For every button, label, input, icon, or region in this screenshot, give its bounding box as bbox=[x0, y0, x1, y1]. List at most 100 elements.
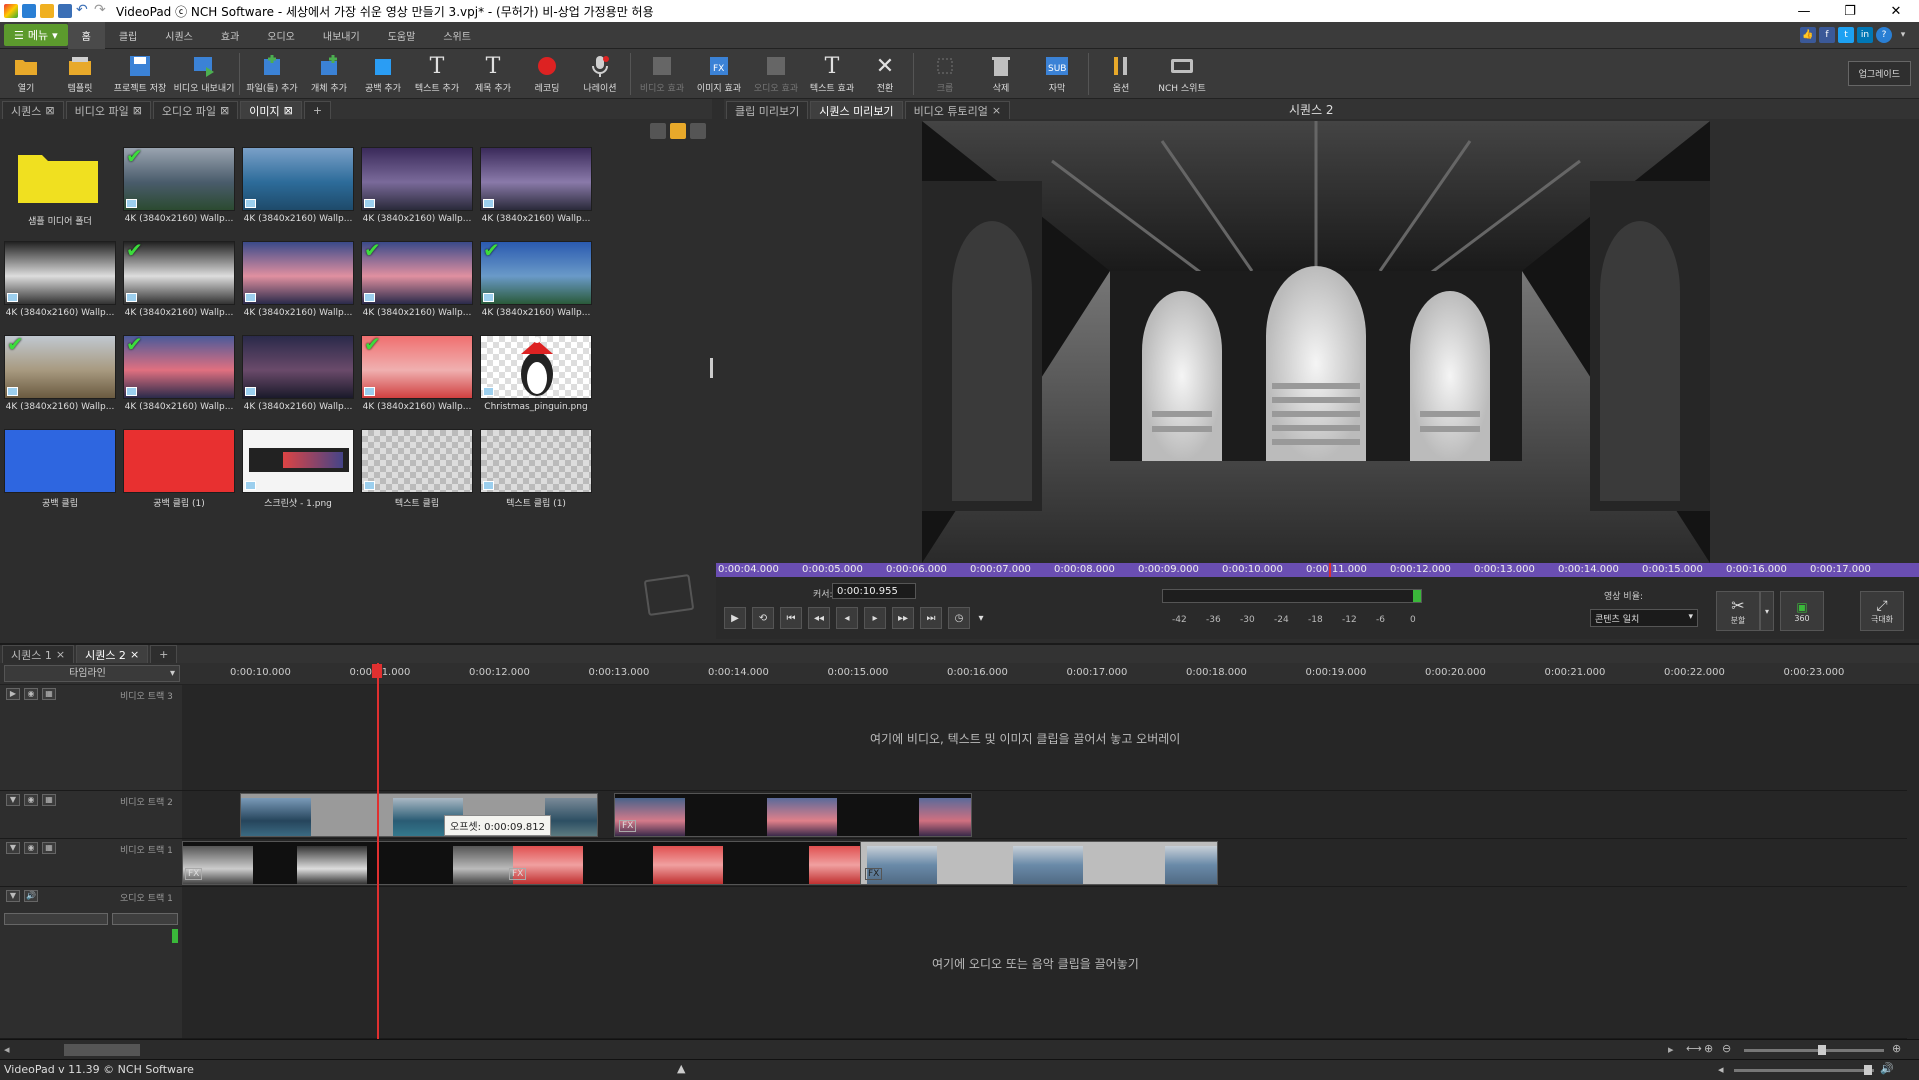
master-volume-slider[interactable] bbox=[1734, 1065, 1874, 1075]
timeline-ruler[interactable]: 타임라인 ▾ 0:00:10.0000:00:11.0000:00:12.000… bbox=[0, 663, 1919, 685]
media-thumbnail[interactable]: 스크린샷 - 1.png bbox=[242, 429, 354, 509]
timeline-clip[interactable]: FX bbox=[614, 793, 972, 837]
sequence-preview-frame[interactable] bbox=[922, 121, 1710, 563]
speaker-icon[interactable]: 🔊 bbox=[24, 890, 38, 902]
tab-export[interactable]: 내보내기 bbox=[309, 22, 374, 49]
export-video-button[interactable]: 비디오 내보내기 bbox=[172, 49, 236, 99]
fx-icon[interactable]: FX bbox=[865, 868, 883, 880]
image-effects-button[interactable]: FX 이미지 효과 bbox=[690, 49, 748, 99]
open-icon[interactable] bbox=[40, 4, 54, 18]
add-object-button[interactable]: 개체 추가 bbox=[301, 49, 357, 99]
save-project-button[interactable]: 프로젝트 저장 bbox=[108, 49, 172, 99]
fx-icon[interactable]: FX bbox=[185, 868, 203, 880]
timeline-horizontal-scrollbar[interactable]: ◂ ▸ ⟷ ⊕ ⊖ ⊕ bbox=[0, 1039, 1919, 1059]
add-title-button[interactable]: T 제목 추가 bbox=[465, 49, 521, 99]
playhead-handle[interactable] bbox=[372, 664, 382, 678]
nch-suite-button[interactable]: NCH 스위트 bbox=[1150, 49, 1214, 99]
tab-sequence-1[interactable]: 시퀀스 1 × bbox=[2, 645, 75, 663]
media-thumbnail[interactable]: ✔ 4K (3840x2160) Wallp... bbox=[123, 334, 235, 412]
zoom-max-icon[interactable]: ⊕ bbox=[1892, 1042, 1901, 1055]
tab-audio-files[interactable]: 오디오 파일 ⊠ bbox=[152, 101, 239, 119]
eye-icon[interactable]: ◉ bbox=[24, 842, 38, 854]
tab-sequences[interactable]: 시퀀스 ⊠ bbox=[2, 101, 64, 119]
save-icon[interactable] bbox=[58, 4, 72, 18]
media-thumbnail[interactable]: 샘플 미디어 폴더 bbox=[4, 147, 116, 227]
new-folder-icon[interactable] bbox=[670, 123, 686, 139]
media-thumbnail[interactable]: 텍스트 클립 bbox=[361, 429, 473, 509]
close-icon[interactable]: × bbox=[56, 648, 65, 661]
media-thumbnail[interactable]: 4K (3840x2160) Wallp... bbox=[4, 241, 116, 318]
transition-button[interactable]: ✕ 전환 bbox=[860, 49, 910, 99]
tab-sequence[interactable]: 시퀀스 bbox=[151, 22, 207, 49]
master-volume-thumb[interactable] bbox=[1864, 1065, 1872, 1075]
zoom-out-icon[interactable]: ⊖ bbox=[1722, 1042, 1731, 1055]
template-button[interactable]: 템플릿 bbox=[52, 49, 108, 99]
tab-images[interactable]: 이미지 ⊠ bbox=[240, 101, 302, 119]
tab-help[interactable]: 도움말 bbox=[374, 22, 430, 49]
split-dropdown[interactable]: ▾ bbox=[1760, 591, 1774, 631]
restore-button[interactable]: ❐ bbox=[1827, 0, 1873, 22]
speed-dropdown[interactable]: ▾ bbox=[974, 607, 988, 629]
tab-effects[interactable]: 효과 bbox=[207, 22, 253, 49]
scrollbar-thumb[interactable] bbox=[64, 1044, 140, 1056]
expand-panel-icon[interactable]: ▲ bbox=[677, 1062, 685, 1075]
previous-frame-button[interactable]: ◂◂ bbox=[808, 607, 830, 629]
text-effects-button[interactable]: T 텍스트 효과 bbox=[804, 49, 860, 99]
collapse-arrow-icon[interactable]: ▼ bbox=[6, 890, 20, 902]
collapse-arrow-icon[interactable]: ▼ bbox=[6, 794, 20, 806]
film-icon[interactable]: ▦ bbox=[42, 842, 56, 854]
media-thumbnail[interactable]: 공백 클립 bbox=[4, 429, 116, 509]
list-view-icon[interactable] bbox=[690, 123, 706, 139]
video-effects-button[interactable]: 비디오 효과 bbox=[634, 49, 690, 99]
audio-effects-button[interactable]: 오디오 효과 bbox=[748, 49, 804, 99]
tab-clip-preview[interactable]: 클립 미리보기 bbox=[726, 101, 809, 119]
timeline-playhead[interactable] bbox=[377, 663, 379, 1039]
scroll-right-icon[interactable]: ▸ bbox=[1668, 1043, 1674, 1056]
close-icon[interactable]: ⊠ bbox=[45, 104, 54, 117]
fx-icon[interactable]: FX bbox=[509, 868, 527, 880]
twitter-icon[interactable]: t bbox=[1838, 27, 1854, 43]
dropdown-icon[interactable]: ▾ bbox=[1895, 27, 1911, 43]
film-icon[interactable]: ▦ bbox=[42, 688, 56, 700]
close-icon[interactable]: ⊠ bbox=[133, 104, 142, 117]
add-sequence-button[interactable]: + bbox=[150, 645, 178, 663]
scroll-left-icon[interactable]: ◂ bbox=[4, 1043, 10, 1056]
cursor-time-field[interactable]: 0:00:10.955 bbox=[832, 583, 916, 599]
close-icon[interactable]: ⊠ bbox=[284, 104, 293, 117]
preview-playhead-marker[interactable] bbox=[1329, 563, 1331, 577]
close-icon[interactable]: ⊠ bbox=[220, 104, 229, 117]
crop-button[interactable]: 크롭 bbox=[917, 49, 973, 99]
view-360-button[interactable]: ▣ 360 bbox=[1780, 591, 1824, 631]
tab-sequence-2[interactable]: 시퀀스 2 × bbox=[76, 645, 149, 663]
open-button[interactable]: 열기 bbox=[0, 49, 52, 99]
main-menu-button[interactable]: ☰ 메뉴 ▾ bbox=[4, 24, 68, 46]
media-thumbnail[interactable]: 공백 클립 (1) bbox=[123, 429, 235, 509]
tab-sequence-preview[interactable]: 시퀀스 미리보기 bbox=[810, 101, 903, 119]
add-text-button[interactable]: T 텍스트 추가 bbox=[409, 49, 465, 99]
add-tab-button[interactable]: + bbox=[303, 101, 332, 119]
narration-button[interactable]: 나레이션 bbox=[573, 49, 627, 99]
zoom-in-icon[interactable]: ⊕ bbox=[1704, 1042, 1713, 1055]
go-to-end-button[interactable]: ⏭ bbox=[920, 607, 942, 629]
speed-button[interactable]: ◷ bbox=[948, 607, 970, 629]
media-thumbnail[interactable]: ✔ 4K (3840x2160) Wallp... bbox=[361, 240, 473, 318]
add-files-button[interactable]: 파일(들) 추가 bbox=[243, 49, 301, 99]
media-thumbnail[interactable]: ✔ 4K (3840x2160) Wallp... bbox=[123, 146, 235, 224]
facebook-icon[interactable]: f bbox=[1819, 27, 1835, 43]
step-back-button[interactable]: ◂ bbox=[836, 607, 858, 629]
media-thumbnail[interactable]: ✔ 4K (3840x2160) Wallp... bbox=[123, 240, 235, 318]
undo-icon[interactable]: ↶ bbox=[76, 3, 90, 18]
step-forward-button[interactable]: ▸ bbox=[864, 607, 886, 629]
trash-icon[interactable] bbox=[650, 123, 666, 139]
tab-clip[interactable]: 클립 bbox=[105, 22, 151, 49]
media-thumbnail[interactable]: ✔ 4K (3840x2160) Wallp... bbox=[361, 334, 473, 412]
fullscreen-button[interactable]: ⤢ 극대화 bbox=[1860, 591, 1904, 631]
new-project-icon[interactable] bbox=[22, 4, 36, 18]
aspect-ratio-select[interactable]: 콘텐츠 일치 ▾ bbox=[1590, 609, 1698, 627]
upgrade-button[interactable]: 업그레이드 bbox=[1847, 61, 1911, 86]
tab-audio[interactable]: 오디오 bbox=[253, 22, 309, 49]
add-blank-button[interactable]: 공백 추가 bbox=[357, 49, 409, 99]
eye-icon[interactable]: ◉ bbox=[24, 794, 38, 806]
tab-home[interactable]: 홈 bbox=[67, 21, 105, 49]
close-icon[interactable]: × bbox=[130, 648, 139, 661]
